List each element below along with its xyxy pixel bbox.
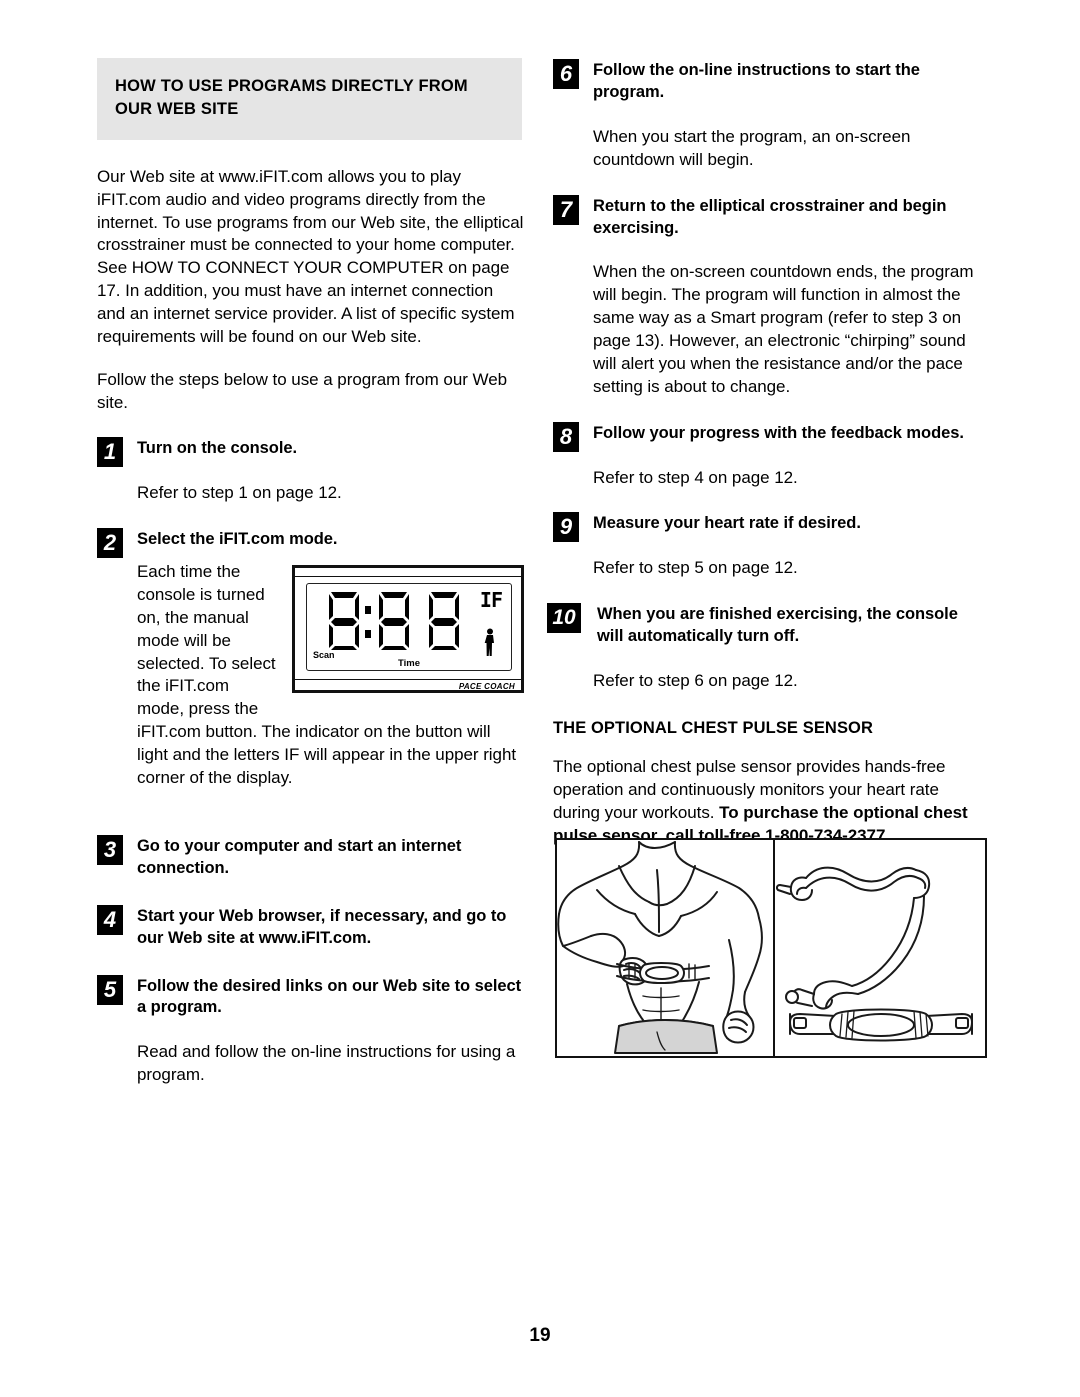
- page-number: 19: [529, 1325, 551, 1346]
- step-heading: When you are finished exercising, the co…: [597, 605, 958, 646]
- step-heading: Follow your progress with the feedback m…: [593, 423, 964, 442]
- ifit-indicator-icon: IF: [479, 588, 503, 613]
- chest-pulse-sensor-figure: [555, 838, 987, 1058]
- step-4: 4 Start your Web browser, if necessary, …: [97, 904, 524, 950]
- step-8-body: Refer to step 4 on page 12.: [593, 467, 798, 487]
- step-number-badge: 4: [97, 904, 123, 935]
- pace-coach-label: PACE COACH: [458, 682, 515, 692]
- step-2: 2 Select the iFIT.com mode.: [97, 527, 524, 559]
- step-5: 5 Follow the desired links on our Web si…: [97, 974, 524, 1020]
- step-number-badge: 5: [97, 974, 123, 1005]
- right-column: 6 Follow the on-line instructions to sta…: [547, 58, 980, 867]
- step-number-badge: 9: [553, 512, 579, 543]
- time-label: Time: [397, 658, 420, 670]
- step-heading: Follow the desired links on our Web site…: [137, 976, 522, 1017]
- follow-steps-paragraph: Follow the steps below to use a program …: [97, 369, 507, 412]
- step-heading: Start your Web browser, if necessary, an…: [137, 906, 507, 947]
- step-heading: Go to your computer and start an interne…: [137, 836, 462, 877]
- step-number-badge: 10: [547, 603, 581, 634]
- console-seam-top: [292, 576, 524, 578]
- section-header-web-site: HOW TO USE PROGRAMS DIRECTLY FROM OUR WE…: [97, 58, 522, 140]
- console-seam-bottom: [292, 679, 524, 681]
- step-number-badge: 2: [97, 528, 123, 559]
- step-7: 7 Return to the elliptical crosstrainer …: [553, 194, 980, 240]
- step-number-badge: 8: [553, 421, 579, 452]
- step-9: 9 Measure your heart rate if desired.: [553, 511, 980, 543]
- seven-segment-time-readout: [329, 592, 459, 651]
- step-10: 10 When you are finished exercising, the…: [547, 602, 980, 648]
- step-heading: Select the iFIT.com mode.: [137, 530, 338, 549]
- step-6: 6 Follow the on-line instructions to sta…: [553, 58, 980, 104]
- step-1: 1 Turn on the console.: [97, 436, 524, 468]
- step-6-body: When you start the program, an on-screen…: [593, 126, 911, 169]
- chest-sensor-section-title: THE OPTIONAL CHEST PULSE SENSOR: [553, 718, 873, 737]
- pace-coach-walker-icon: [484, 628, 494, 657]
- step-5-body: Read and follow the on-line instructions…: [137, 1042, 516, 1085]
- step-number-badge: 7: [553, 194, 579, 225]
- chest-strap-illustration: [776, 866, 973, 1042]
- step-8: 8 Follow your progress with the feedback…: [553, 421, 980, 452]
- step-10-body: Refer to step 6 on page 12.: [593, 671, 798, 691]
- step-heading: Return to the elliptical crosstrainer an…: [593, 196, 947, 237]
- step-number-badge: 1: [97, 437, 123, 468]
- section-header-line-1: HOW TO USE PROGRAMS DIRECTLY FROM: [115, 77, 468, 95]
- step-number-badge: 6: [553, 59, 579, 89]
- left-column: HOW TO USE PROGRAMS DIRECTLY FROM OUR WE…: [97, 58, 524, 1109]
- step-3: 3 Go to your computer and start an inter…: [97, 834, 524, 880]
- console-display-figure: IF Scan Time PACE COACH: [292, 565, 524, 694]
- step-heading: Follow the on-line instructions to start…: [593, 61, 920, 101]
- intro-paragraph: Our Web site at www.iFIT.com allows you …: [97, 166, 524, 346]
- section-header-line-2: OUR WEB SITE: [115, 100, 239, 119]
- step-7-body: When the on-screen countdown ends, the p…: [593, 262, 974, 396]
- step-number-badge: 3: [97, 834, 123, 865]
- step-heading: Turn on the console.: [137, 439, 298, 458]
- manual-page: HOW TO USE PROGRAMS DIRECTLY FROM OUR WE…: [0, 0, 1080, 1397]
- step-9-body: Refer to step 5 on page 12.: [593, 558, 798, 578]
- figure-divider: [773, 840, 775, 1056]
- step-heading: Measure your heart rate if desired.: [593, 514, 861, 533]
- step-1-body: Refer to step 1 on page 12.: [137, 483, 342, 503]
- console-lcd-panel: IF Scan Time: [306, 583, 512, 672]
- chest-sensor-paragraph: The optional chest pulse sensor provides…: [553, 756, 980, 847]
- torso-with-sensor-illustration: [557, 841, 763, 1054]
- step-2-body-with-figure: IF Scan Time PACE COACH Each time the co…: [137, 561, 524, 810]
